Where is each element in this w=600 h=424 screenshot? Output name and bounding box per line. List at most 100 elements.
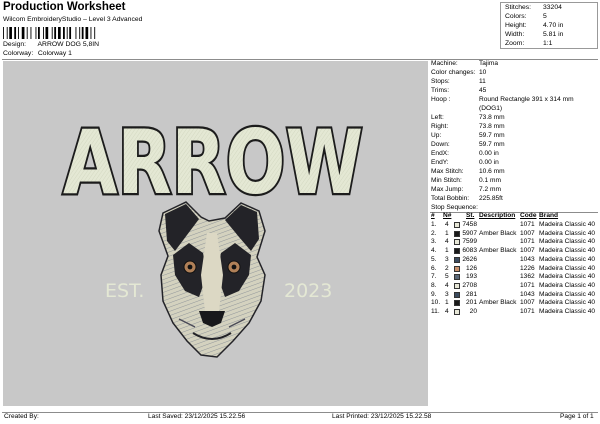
cell-brand: Madeira Classic 40 bbox=[539, 255, 596, 263]
cell-n: 4 bbox=[445, 238, 449, 246]
col-header-num: # bbox=[431, 212, 435, 219]
header-divider bbox=[2, 59, 598, 60]
cell-description: Amber Black bbox=[479, 299, 517, 307]
cell-brand: Madeira Classic 40 bbox=[539, 281, 596, 289]
design-preview: ARROW EST. 2023 bbox=[3, 61, 428, 406]
barcode-bar bbox=[30, 27, 32, 39]
stats-box: Stitches: 33204 Colors: 5 Height: 4.70 in W… bbox=[500, 2, 598, 49]
cell-code: 1007 bbox=[520, 229, 535, 237]
color-swatch bbox=[454, 291, 460, 298]
cell-code: 1007 bbox=[520, 299, 535, 307]
page-number: Page 1 of 1 bbox=[560, 413, 594, 420]
cell-brand: Madeira Classic 40 bbox=[539, 273, 596, 281]
barcode-bar bbox=[51, 27, 53, 39]
cell-num: 8. bbox=[431, 281, 437, 289]
cell-num: 6. bbox=[431, 264, 437, 272]
cell-brand: Madeira Classic 40 bbox=[539, 299, 596, 307]
stat-zoom: Zoom: 1:1 bbox=[505, 40, 553, 47]
cell-code: 1071 bbox=[520, 308, 535, 315]
color-swatch bbox=[454, 230, 460, 237]
barcode-bar bbox=[63, 27, 65, 39]
cell-st: 6083 bbox=[462, 247, 477, 255]
cell-st: 2708 bbox=[462, 281, 477, 289]
stat-height: Height: 4.70 in bbox=[505, 22, 564, 29]
cell-n: 5 bbox=[445, 273, 449, 281]
cell-num: 11. bbox=[431, 308, 440, 315]
color-swatch bbox=[454, 239, 460, 246]
cell-n: 1 bbox=[445, 229, 449, 237]
col-header-code: Code bbox=[520, 212, 537, 219]
cell-num: 9. bbox=[431, 290, 437, 298]
footer-divider bbox=[2, 412, 598, 413]
cell-st: 5907 bbox=[462, 229, 477, 237]
cell-brand: Madeira Classic 40 bbox=[539, 247, 596, 255]
cell-description: Amber Black bbox=[479, 229, 517, 237]
cell-n: 4 bbox=[445, 221, 449, 228]
cell-code: 1071 bbox=[520, 238, 535, 246]
cell-brand: Madeira Classic 40 bbox=[539, 308, 596, 315]
barcode-bar bbox=[66, 27, 68, 39]
cell-n: 1 bbox=[445, 299, 449, 307]
barcode-bar bbox=[75, 27, 77, 39]
colorway-label: Colorway: bbox=[3, 50, 34, 57]
barcode-bar bbox=[85, 27, 89, 39]
barcode-bar bbox=[6, 27, 8, 39]
cell-st: 2626 bbox=[462, 255, 477, 263]
cell-st: 20 bbox=[469, 308, 477, 315]
barcode-bar bbox=[45, 27, 49, 39]
design-label: Design: bbox=[3, 41, 27, 48]
cell-st: 201 bbox=[465, 299, 477, 307]
year-text: 2023 bbox=[284, 280, 332, 302]
design-name: ARROW DOG 5,8IN bbox=[37, 41, 100, 48]
cell-n: 1 bbox=[445, 247, 449, 255]
cell-brand: Madeira Classic 40 bbox=[539, 290, 596, 298]
software-subtitle: Wilcom EmbroideryStudio – Level 3 Advanc… bbox=[3, 16, 143, 23]
colorway-row: Colorway: Colorway 1 bbox=[3, 50, 72, 58]
barcode bbox=[3, 27, 96, 39]
color-swatch bbox=[454, 256, 460, 263]
color-swatch bbox=[454, 274, 460, 281]
cell-n: 4 bbox=[445, 308, 449, 315]
cell-num: 1. bbox=[431, 221, 437, 228]
cell-n: 4 bbox=[445, 281, 449, 289]
cell-st: 281 bbox=[465, 290, 477, 298]
barcode-bar bbox=[54, 27, 57, 39]
cell-num: 5. bbox=[431, 255, 437, 263]
barcode-bar bbox=[3, 27, 4, 39]
last-printed: Last Printed: 23/12/2025 15.22.58 bbox=[332, 413, 432, 420]
barcode-bar bbox=[18, 27, 19, 39]
cell-description: Amber Black bbox=[479, 247, 517, 255]
cell-st: 7599 bbox=[462, 238, 477, 246]
stat-colors: Colors: 5 bbox=[505, 13, 547, 20]
col-header-n: N# bbox=[443, 212, 452, 219]
cell-n: 3 bbox=[445, 290, 449, 298]
dog-portrait bbox=[158, 201, 266, 358]
cell-brand: Madeira Classic 40 bbox=[539, 221, 596, 228]
barcode-bar bbox=[21, 27, 25, 39]
cell-code: 1071 bbox=[520, 221, 535, 228]
color-swatch bbox=[454, 300, 460, 307]
cell-st: 7458 bbox=[462, 221, 477, 228]
barcode-bar bbox=[79, 27, 81, 39]
page-title: Production Worksheet bbox=[3, 1, 126, 13]
design-row: Design: ARROW DOG 5,8IN bbox=[3, 41, 100, 49]
stop-sequence-title: Stop Sequence: bbox=[431, 204, 478, 211]
cell-code: 1043 bbox=[520, 255, 535, 263]
cell-n: 2 bbox=[445, 264, 449, 272]
color-swatch bbox=[454, 248, 460, 255]
barcode-bar bbox=[9, 27, 12, 39]
barcode-bar bbox=[94, 27, 96, 39]
created-by: Created By: bbox=[4, 413, 39, 420]
barcode-bar bbox=[58, 27, 61, 39]
color-swatch bbox=[454, 309, 460, 315]
cell-code: 1071 bbox=[520, 281, 535, 289]
design-art: ARROW EST. 2023 bbox=[61, 109, 365, 358]
cell-num: 2. bbox=[431, 229, 437, 237]
colorway-name: Colorway 1 bbox=[37, 50, 72, 57]
barcode-bar bbox=[35, 27, 37, 39]
color-swatch bbox=[454, 265, 460, 272]
cell-code: 1226 bbox=[520, 264, 535, 272]
table-row: 11. 4 20 1071 Madeira Classic 40 bbox=[430, 308, 598, 318]
col-header-brand: Brand bbox=[539, 212, 559, 219]
stat-width: Width: 5.81 in bbox=[505, 31, 564, 38]
